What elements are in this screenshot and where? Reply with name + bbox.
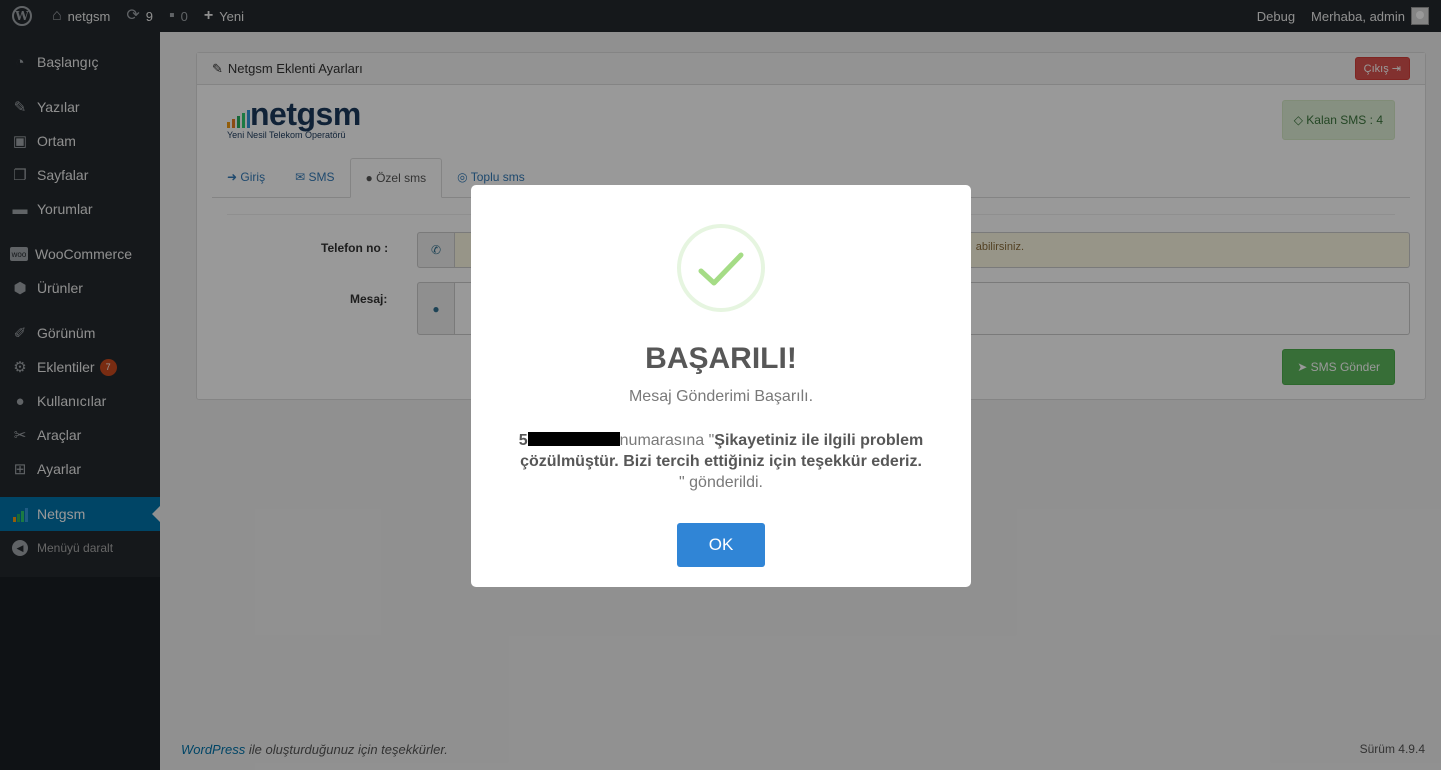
redacted-phone-number xyxy=(527,432,620,446)
success-check-icon xyxy=(677,224,765,312)
phone-number-prefix: 5 xyxy=(518,432,528,449)
dialog-subtitle: Mesaj Gönderimi Başarılı. xyxy=(628,388,814,405)
numarasina-text: numarasına " xyxy=(619,432,715,449)
gonderildi-text: " gönderildi. xyxy=(679,474,763,491)
dialog-title: BAŞARILI! xyxy=(645,342,797,375)
ok-button[interactable]: OK xyxy=(677,523,765,567)
dialog-message: 5 numarasına "Şikayetiniz ile ilgili prob… xyxy=(493,430,949,493)
success-dialog: BAŞARILI! Mesaj Gönderimi Başarılı. 5 num… xyxy=(471,185,971,587)
